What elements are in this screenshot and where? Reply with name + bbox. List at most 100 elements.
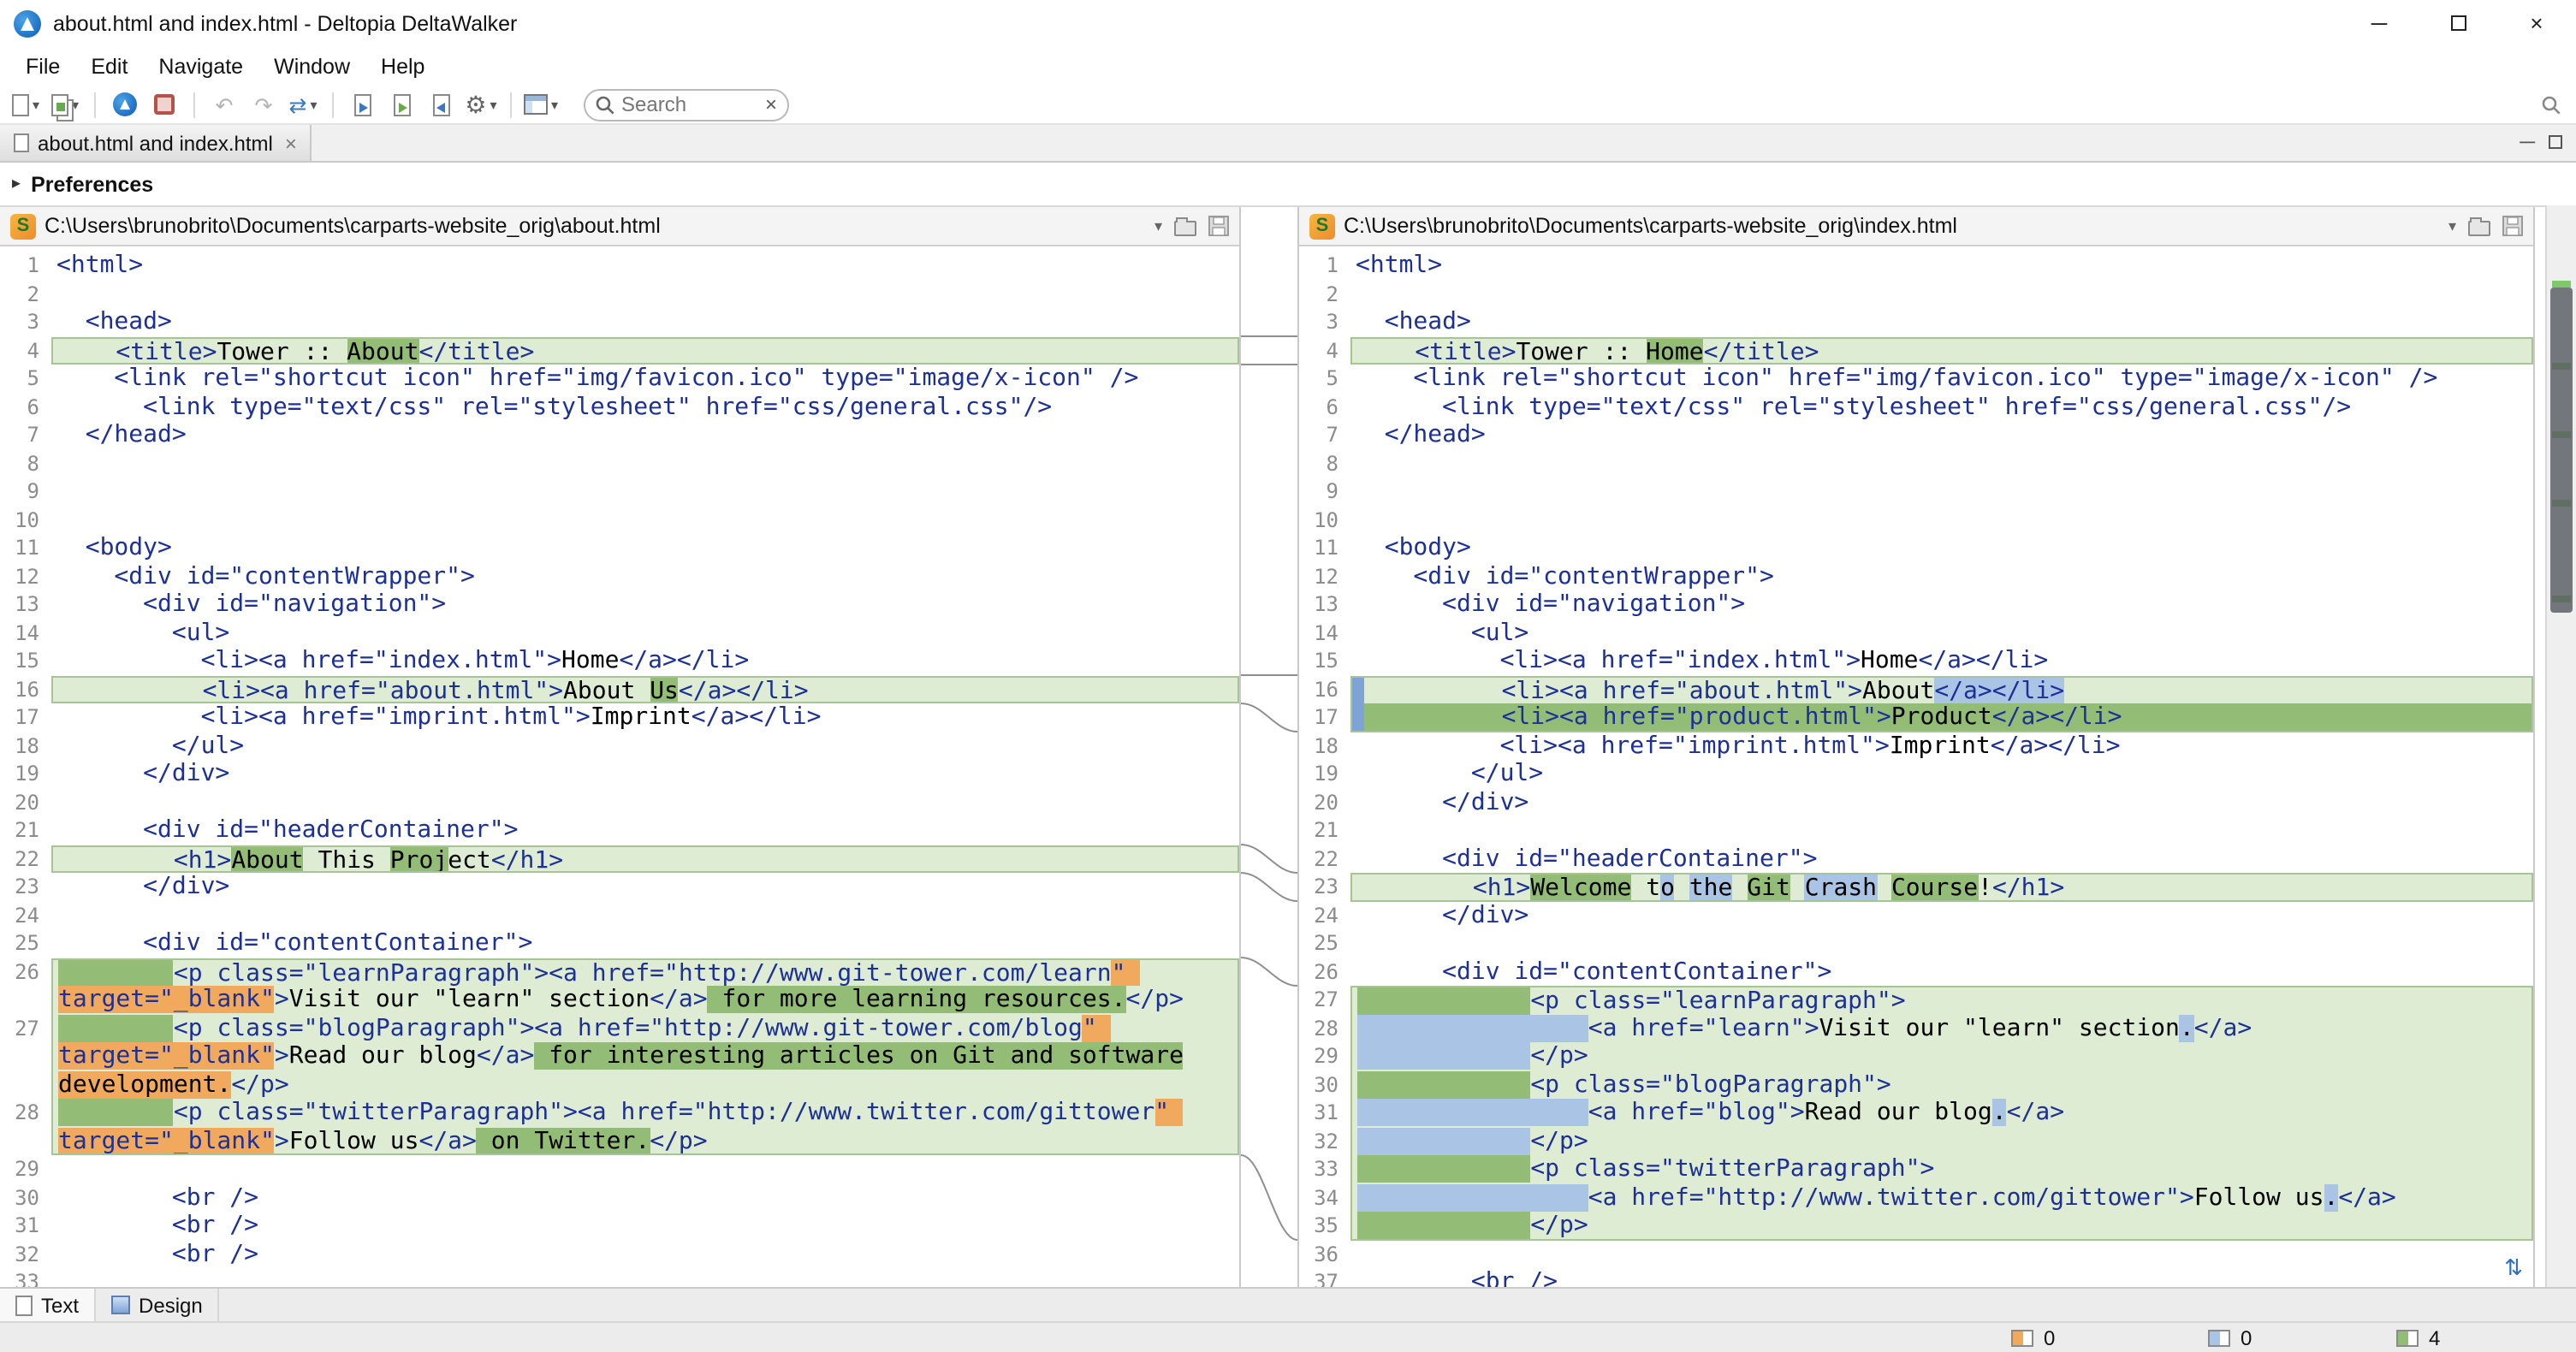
window-close-button[interactable]: ×	[2497, 0, 2576, 46]
code-row: 11 <body>	[1299, 534, 2533, 562]
code-row: 7 </head>	[1299, 421, 2533, 449]
gear-icon: ⚙	[465, 90, 486, 119]
code-row: 23 <h1>Welcome to the Git Crash Course!<…	[1299, 873, 2533, 901]
menu-item-window[interactable]: Window	[258, 46, 365, 86]
code-row: 21	[1299, 816, 2533, 845]
code-row: 13 <div id="navigation">	[1299, 590, 2533, 619]
blue-diff-icon	[2208, 1330, 2230, 1347]
path-dropdown-icon[interactable]: ▾	[2448, 216, 2456, 235]
copy-left-icon	[433, 93, 450, 116]
copy-to-left-button[interactable]	[424, 86, 459, 122]
save-icon[interactable]	[1208, 216, 1229, 236]
code-row: 23 </div>	[0, 873, 1239, 901]
open-comparison-button[interactable]: ▾	[48, 86, 82, 122]
maximize-icon	[2450, 15, 2466, 31]
copy-all-button[interactable]	[385, 86, 419, 122]
search-expand-button[interactable]	[2533, 86, 2567, 122]
title-bar: about.html and index.html - Deltopia Del…	[0, 0, 2576, 46]
text-view-icon	[15, 1295, 33, 1315]
editor-tab-strip: about.html and index.html × ─	[0, 125, 2576, 163]
browse-folder-icon[interactable]	[2468, 220, 2490, 235]
twisty-icon[interactable]: ▸	[12, 175, 21, 193]
minimize-view-icon[interactable]: ─	[2520, 130, 2535, 154]
code-row: 2	[1299, 280, 2533, 308]
menu-bar: File Edit Navigate Window Help	[0, 46, 2576, 86]
code-row: 25 <div id="contentContainer">	[0, 929, 1239, 958]
overview-ruler[interactable]	[2545, 205, 2576, 1287]
left-file-path: C:\Users\brunobrito\Documents\carparts-w…	[45, 214, 1146, 238]
tab-close-icon[interactable]: ×	[285, 131, 297, 155]
menu-item-help[interactable]: Help	[365, 46, 440, 86]
toolbar-separator	[94, 92, 96, 117]
code-row: 36	[1299, 1240, 2533, 1268]
layout-button[interactable]: ▾	[524, 86, 558, 122]
code-row: 22 <div id="headerContainer">	[1299, 845, 2533, 873]
code-row: 26 <div id="contentContainer">	[1299, 958, 2533, 986]
chevron-down-icon: ▾	[310, 97, 317, 112]
undo-button[interactable]: ↶	[207, 86, 241, 122]
path-dropdown-icon[interactable]: ▾	[1154, 216, 1162, 235]
search-clear-icon[interactable]: ×	[765, 92, 777, 116]
save-icon[interactable]	[2502, 216, 2523, 236]
code-row: 30 <br />	[0, 1183, 1239, 1212]
window-minimize-button[interactable]: ─	[2340, 0, 2419, 46]
code-row: 15 <li><a href="index.html">Home</a></li…	[1299, 647, 2533, 675]
maximize-view-icon[interactable]	[2549, 135, 2562, 149]
comparison-tab[interactable]: about.html and index.html ×	[0, 125, 312, 161]
code-editor-right[interactable]: 1<html>23 <head>4 <title>Tower :: Home</…	[1299, 246, 2533, 1289]
chevron-down-icon: ▾	[551, 97, 558, 112]
search-box: ×	[584, 88, 789, 121]
window-maximize-button[interactable]	[2419, 0, 2497, 46]
diff-mark[interactable]	[2552, 281, 2571, 288]
code-row: 17 <li><a href="imprint.html">Imprint</a…	[0, 703, 1239, 732]
code-row: 10	[1299, 506, 2533, 534]
file-type-icon: S	[10, 213, 36, 239]
code-row: 14 <ul>	[0, 619, 1239, 647]
menu-item-navigate[interactable]: Navigate	[143, 46, 258, 86]
code-row: 4 <title>Tower :: Home</title>	[1299, 336, 2533, 365]
scroll-sync-icon[interactable]: ⇅	[2504, 1256, 2523, 1278]
browse-folder-icon[interactable]	[1174, 220, 1196, 235]
orange-diff-count: 0	[2011, 1326, 2055, 1350]
tab-design-view[interactable]: Design	[96, 1288, 220, 1322]
app-logo-icon	[14, 9, 41, 37]
scrollbar-thumb[interactable]	[2550, 288, 2573, 613]
code-row: 13 <div id="navigation">	[0, 590, 1239, 619]
code-row: 19 </div>	[0, 760, 1239, 788]
green-diff-icon	[2396, 1330, 2419, 1347]
right-file-path: C:\Users\brunobrito\Documents\carparts-w…	[1344, 214, 2440, 238]
code-row: 18 <li><a href="imprint.html">Imprint</a…	[1299, 732, 2533, 760]
stop-button[interactable]	[147, 86, 181, 122]
swap-panes-button[interactable]: ⇄▾	[286, 86, 320, 122]
code-row: 30 <p class="blogParagraph">	[1299, 1070, 2533, 1099]
new-comparison-button[interactable]: ▾	[9, 86, 43, 122]
menu-item-file[interactable]: File	[10, 46, 75, 86]
compare-button[interactable]	[108, 86, 142, 122]
code-row: 20 </div>	[1299, 788, 2533, 816]
code-editor-left[interactable]: 1<html>23 <head>4 <title>Tower :: About<…	[0, 246, 1239, 1289]
settings-button[interactable]: ⚙▾	[464, 86, 498, 122]
code-row: 10	[0, 506, 1239, 534]
code-row: 25	[1299, 929, 2533, 958]
code-row: 14 <ul>	[1299, 619, 2533, 647]
green-diff-count: 4	[2396, 1326, 2440, 1350]
code-row: 3 <head>	[0, 308, 1239, 336]
copy-all-icon	[394, 93, 411, 116]
preferences-label: Preferences	[31, 172, 153, 196]
code-row: development.</p>	[0, 1070, 1239, 1099]
code-row: 28 <a href="learn">Visit our "learn" sec…	[1299, 1014, 2533, 1042]
file-icon	[14, 133, 29, 152]
code-row: 33 <p class="twitterParagraph">	[1299, 1155, 2533, 1183]
search-input[interactable]	[621, 92, 758, 116]
code-row: target="_blank">Follow us</a> on Twitter…	[0, 1127, 1239, 1155]
layout-icon	[524, 94, 548, 115]
copy-to-right-button[interactable]	[346, 86, 380, 122]
tab-text-view[interactable]: Text	[0, 1288, 96, 1322]
code-row: 12 <div id="contentWrapper">	[0, 562, 1239, 590]
stop-icon	[154, 94, 175, 115]
code-row: target="_blank">Read our blog</a> for in…	[0, 1042, 1239, 1070]
menu-item-edit[interactable]: Edit	[75, 46, 143, 86]
orange-diff-icon	[2011, 1330, 2033, 1347]
open-compare-icon	[51, 93, 68, 116]
redo-button[interactable]: ↷	[246, 86, 281, 122]
